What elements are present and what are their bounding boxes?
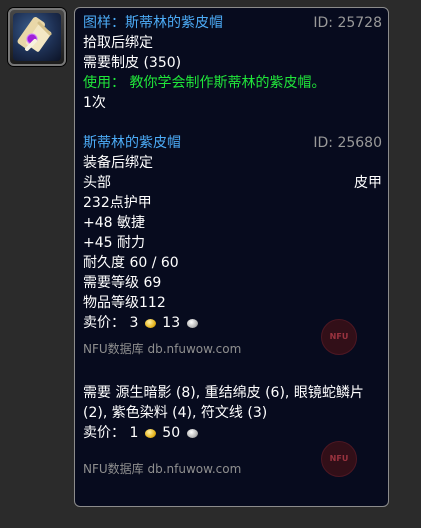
item-stat-stamina: +45 耐力 (83, 235, 145, 251)
item-id: ID: 25680 (313, 135, 382, 151)
recipe-sell-price: 卖价： 1 50 (83, 423, 382, 443)
source-footer: NFU数据库 db.nfuwow.com NFU (83, 441, 382, 479)
item-title-row: 斯蒂林的紫皮帽 ID: 25680 (83, 133, 382, 153)
source-label[interactable]: NFU数据库 db.nfuwow.com (83, 342, 241, 356)
reagents-text: 需要 源生暗影 (8), 重结绵皮 (6), 眼镜蛇鳞片 (2), 紫色染料 (… (83, 385, 364, 421)
gold-coin-icon (144, 429, 156, 438)
item-level: 物品等级112 (83, 295, 166, 311)
item-bind-text: 装备后绑定 (83, 155, 153, 171)
item-required-level: 需要等级 69 (83, 275, 162, 291)
recipe-requirement: 需要制皮 (350) (83, 55, 182, 71)
sell-gold-value: 3 (129, 315, 139, 331)
nfu-logo-icon: NFU (321, 319, 357, 355)
item-slot: 头部 (83, 175, 111, 191)
silver-coin-icon (186, 319, 198, 328)
sell-gold-value: 1 (129, 425, 139, 441)
nfu-logo-icon: NFU (321, 441, 357, 477)
item-title[interactable]: 斯蒂林的紫皮帽 (83, 135, 181, 151)
recipe-title-row: 图样：斯蒂林的紫皮帽 ID: 25728 (83, 13, 382, 33)
recipe-title[interactable]: 图样：斯蒂林的紫皮帽 (83, 15, 223, 31)
sell-silver-value: 50 (162, 425, 181, 441)
item-stat-agility: +48 敏捷 (83, 215, 145, 231)
item-armor: 232点护甲 (83, 195, 152, 211)
item-type: 皮甲 (354, 175, 382, 191)
source-footer: NFU数据库 db.nfuwow.com NFU (83, 319, 382, 359)
silver-coin-icon (186, 429, 198, 438)
item-durability: 耐久度 60 / 60 (83, 255, 179, 271)
item-tooltip: 图样：斯蒂林的紫皮帽 ID: 25728 拾取后绑定 需要制皮 (350) 使用… (74, 7, 389, 507)
recipe-charges: 1次 (83, 95, 106, 111)
sell-price-label: 卖价： (83, 425, 125, 441)
item-icon-frame[interactable] (8, 8, 66, 66)
recipe-id: ID: 25728 (313, 15, 382, 31)
recipe-scroll-icon (13, 13, 61, 61)
sell-silver-value: 13 (162, 315, 181, 331)
item-slot-row: 头部 皮甲 (83, 173, 382, 193)
gold-coin-icon (144, 319, 156, 328)
source-label[interactable]: NFU数据库 db.nfuwow.com (83, 462, 241, 476)
recipe-bind-text: 拾取后绑定 (83, 35, 153, 51)
recipe-use-text: 使用： 教你学会制作斯蒂林的紫皮帽。 (83, 75, 326, 91)
sell-price-label: 卖价： (83, 315, 125, 331)
